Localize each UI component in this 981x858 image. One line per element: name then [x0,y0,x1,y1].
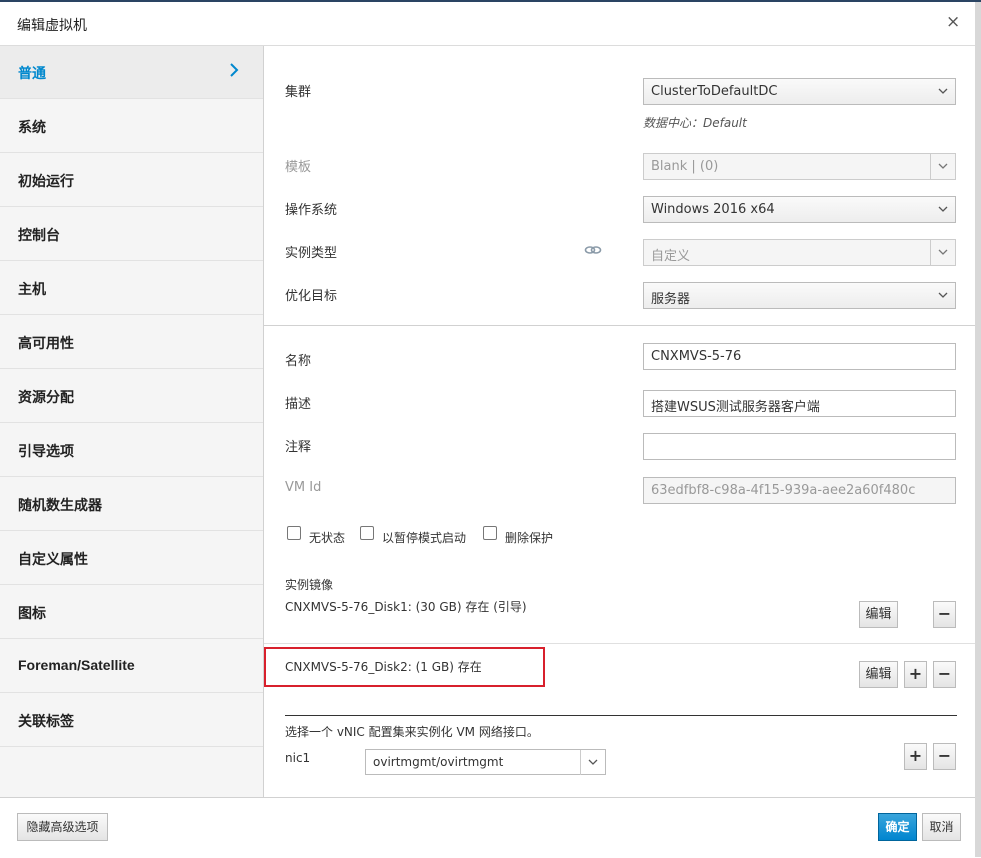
cluster-value: ClusterToDefaultDC [651,84,778,99]
link-icon [584,246,602,254]
cancel-button[interactable]: 取消 [922,813,961,841]
stateless-label: 无状态 [309,531,346,545]
ok-button[interactable]: 确定 [878,813,917,841]
start-paused-label: 以暂停模式启动 [382,531,467,545]
delete-protection-checkbox[interactable] [483,526,497,540]
chevron-down-icon [938,88,948,94]
sidebar-item-icon[interactable]: 图标 [0,586,263,639]
description-input[interactable]: 搭建WSUS测试服务器客户端 [643,390,956,417]
edit-disk2-button[interactable]: 编辑 [859,661,898,688]
sidebar-item-foreman[interactable]: Foreman/Satellite [0,640,263,693]
optimize-value: 服务器 [651,292,691,307]
remove-nic-button[interactable]: − [933,743,956,770]
sidebar-item-host[interactable]: 主机 [0,262,263,315]
sidebar-item-high-availability[interactable]: 高可用性 [0,316,263,369]
sidebar-item-system[interactable]: 系统 [0,100,263,153]
os-select[interactable]: Windows 2016 x64 [643,196,956,223]
section-divider [264,325,975,326]
instance-type-value: 自定义 [651,249,691,264]
sidebar-item-label: 高可用性 [18,335,74,351]
sidebar-item-rng[interactable]: 随机数生成器 [0,478,263,531]
nic1-select[interactable]: ovirtmgmt/ovirtmgmt [365,749,606,775]
disk-divider [264,643,975,644]
cluster-label: 集群 [285,85,312,100]
disk1-text: CNXMVS-5-76_Disk1: (30 GB) 存在 (引导) [285,600,527,614]
sidebar-item-label: 初始运行 [18,173,74,189]
os-value: Windows 2016 x64 [651,202,775,217]
sidebar-item-console[interactable]: 控制台 [0,208,263,261]
hide-advanced-button[interactable]: 隐藏高级选项 [17,813,108,841]
template-select: Blank | (0) [643,153,956,180]
sidebar-item-label: 关联标签 [18,713,74,729]
sidebar-item-label: 随机数生成器 [18,497,102,513]
sidebar-item-affinity-labels[interactable]: 关联标签 [0,694,263,747]
sidebar-item-boot-options[interactable]: 引导选项 [0,424,263,477]
sidebar-item-label: 系统 [18,119,46,135]
sidebar-item-label: 引导选项 [18,443,74,459]
chevron-down-icon [930,240,948,265]
sidebar-item-general[interactable]: 普通 [0,46,263,99]
chevron-down-icon [938,206,948,212]
add-nic-button[interactable]: + [904,743,927,770]
disk2-text: CNXMVS-5-76_Disk2: (1 GB) 存在 [285,660,482,674]
close-icon[interactable]: × [946,12,960,32]
optimize-label: 优化目标 [285,289,338,304]
description-label: 描述 [285,397,312,412]
vnic-divider [285,715,957,716]
instance-images-label: 实例镜像 [285,578,334,592]
name-label: 名称 [285,354,312,369]
chevron-down-icon [938,292,948,298]
stateless-checkbox[interactable] [287,526,301,540]
vm-id-input: 63edfbf8-c98a-4f15-939a-aee2a60f480c [643,477,956,504]
dialog-footer: 隐藏高级选项 确定 取消 [0,797,975,858]
sidebar-item-initial-run[interactable]: 初始运行 [0,154,263,207]
sidebar-item-label: 普通 [18,65,46,81]
remove-disk2-button[interactable]: − [933,661,956,688]
cluster-select[interactable]: ClusterToDefaultDC [643,78,956,105]
nic1-value: ovirtmgmt/ovirtmgmt [373,755,504,769]
vnic-instruction: 选择一个 vNIC 配置集来实例化 VM 网络接口。 [285,725,539,739]
template-value: Blank | (0) [651,159,719,174]
background-strip [975,2,981,857]
name-input[interactable]: CNXMVS-5-76 [643,343,956,370]
datacenter-note: 数据中心：Default [643,116,747,130]
start-paused-checkbox[interactable] [360,526,374,540]
dialog-title: 编辑虚拟机 [17,18,87,34]
sidebar-item-label: 主机 [18,281,46,297]
chevron-right-icon [230,63,239,77]
chevron-down-icon [580,750,598,775]
add-disk-button[interactable]: + [904,661,927,688]
dialog-header: 编辑虚拟机 × [0,2,975,46]
sidebar-item-label: 自定义属性 [18,551,88,567]
os-label: 操作系统 [285,203,338,218]
sidebar-item-label: 控制台 [18,227,60,243]
remove-disk1-button[interactable]: − [933,601,956,628]
comment-input[interactable] [643,433,956,460]
delete-protection-label: 删除保护 [505,531,554,545]
sidebar-item-label: 图标 [18,605,46,621]
sidebar-item-resource-allocation[interactable]: 资源分配 [0,370,263,423]
comment-label: 注释 [285,440,312,455]
nic1-label: nic1 [285,751,311,765]
sidebar-item-label: Foreman/Satellite [18,657,135,673]
instance-type-select: 自定义 [643,239,956,266]
vm-id-label: VM Id [285,480,322,495]
general-panel: 集群 ClusterToDefaultDC 数据中心：Default 模板 Bl… [264,46,975,797]
optimize-select[interactable]: 服务器 [643,282,956,309]
chevron-down-icon [930,154,948,179]
edit-disk1-button[interactable]: 编辑 [859,601,898,628]
sidebar-item-custom-properties[interactable]: 自定义属性 [0,532,263,585]
template-label: 模板 [285,160,312,175]
sidebar: 普通 系统 初始运行 控制台 主机 高可用性 资源分配 引导选项 随机数生成器 … [0,46,264,797]
instance-type-label: 实例类型 [285,246,338,261]
sidebar-item-label: 资源分配 [18,389,74,405]
